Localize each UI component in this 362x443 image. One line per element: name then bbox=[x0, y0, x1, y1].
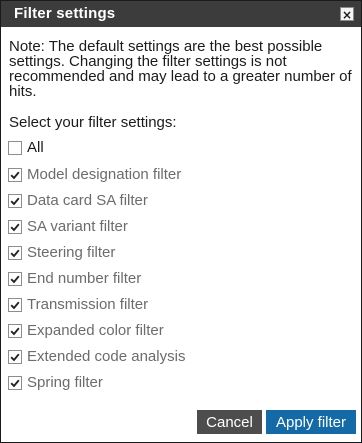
checkmark-icon bbox=[10, 171, 20, 180]
checkmark-icon bbox=[10, 301, 20, 310]
checkmark-icon bbox=[10, 327, 20, 336]
all-checkbox[interactable] bbox=[8, 141, 22, 155]
end-number-checkbox[interactable] bbox=[8, 272, 22, 286]
filter-option-label: Model designation filter bbox=[27, 166, 182, 183]
sa-variant-checkbox[interactable] bbox=[8, 220, 22, 234]
dialog-title: Filter settings bbox=[14, 5, 116, 22]
apply-filter-button[interactable]: Apply filter bbox=[266, 410, 356, 434]
cancel-button[interactable]: Cancel bbox=[197, 410, 262, 434]
checkmark-icon bbox=[10, 275, 20, 284]
checkmark-icon bbox=[10, 223, 20, 232]
filter-option-label: All bbox=[27, 139, 44, 156]
checkmark-icon bbox=[10, 379, 20, 388]
filter-option-label: Data card SA filter bbox=[27, 192, 148, 209]
filter-option-label: Spring filter bbox=[27, 374, 103, 391]
extended-code-analysis-checkbox[interactable] bbox=[8, 350, 22, 364]
checkmark-icon bbox=[10, 249, 20, 258]
filter-option-label: Extended code analysis bbox=[27, 348, 186, 365]
select-filter-label: Select your filter settings: bbox=[9, 114, 177, 131]
expanded-color-checkbox[interactable] bbox=[8, 324, 22, 338]
data-card-sa-checkbox[interactable] bbox=[8, 194, 22, 208]
dialog-titlebar: Filter settings × bbox=[1, 1, 361, 27]
filter-option-label: End number filter bbox=[27, 270, 142, 287]
spring-checkbox[interactable] bbox=[8, 376, 22, 390]
dialog-content: Note: The default settings are the best … bbox=[1, 27, 361, 407]
checkmark-icon bbox=[10, 353, 20, 362]
model-designation-checkbox[interactable] bbox=[8, 168, 22, 182]
filter-note: Note: The default settings are the best … bbox=[9, 38, 352, 100]
checkmark-icon bbox=[10, 197, 20, 206]
filter-settings-dialog: Filter settings × Note: The default sett… bbox=[0, 0, 362, 443]
filter-option-label: Steering filter bbox=[27, 244, 116, 261]
close-icon[interactable]: × bbox=[340, 7, 354, 22]
filter-option-label: Transmission filter bbox=[27, 296, 149, 313]
steering-checkbox[interactable] bbox=[8, 246, 22, 260]
filter-option-label: Expanded color filter bbox=[27, 322, 164, 339]
transmission-checkbox[interactable] bbox=[8, 298, 22, 312]
filter-option-label: SA variant filter bbox=[27, 218, 128, 235]
